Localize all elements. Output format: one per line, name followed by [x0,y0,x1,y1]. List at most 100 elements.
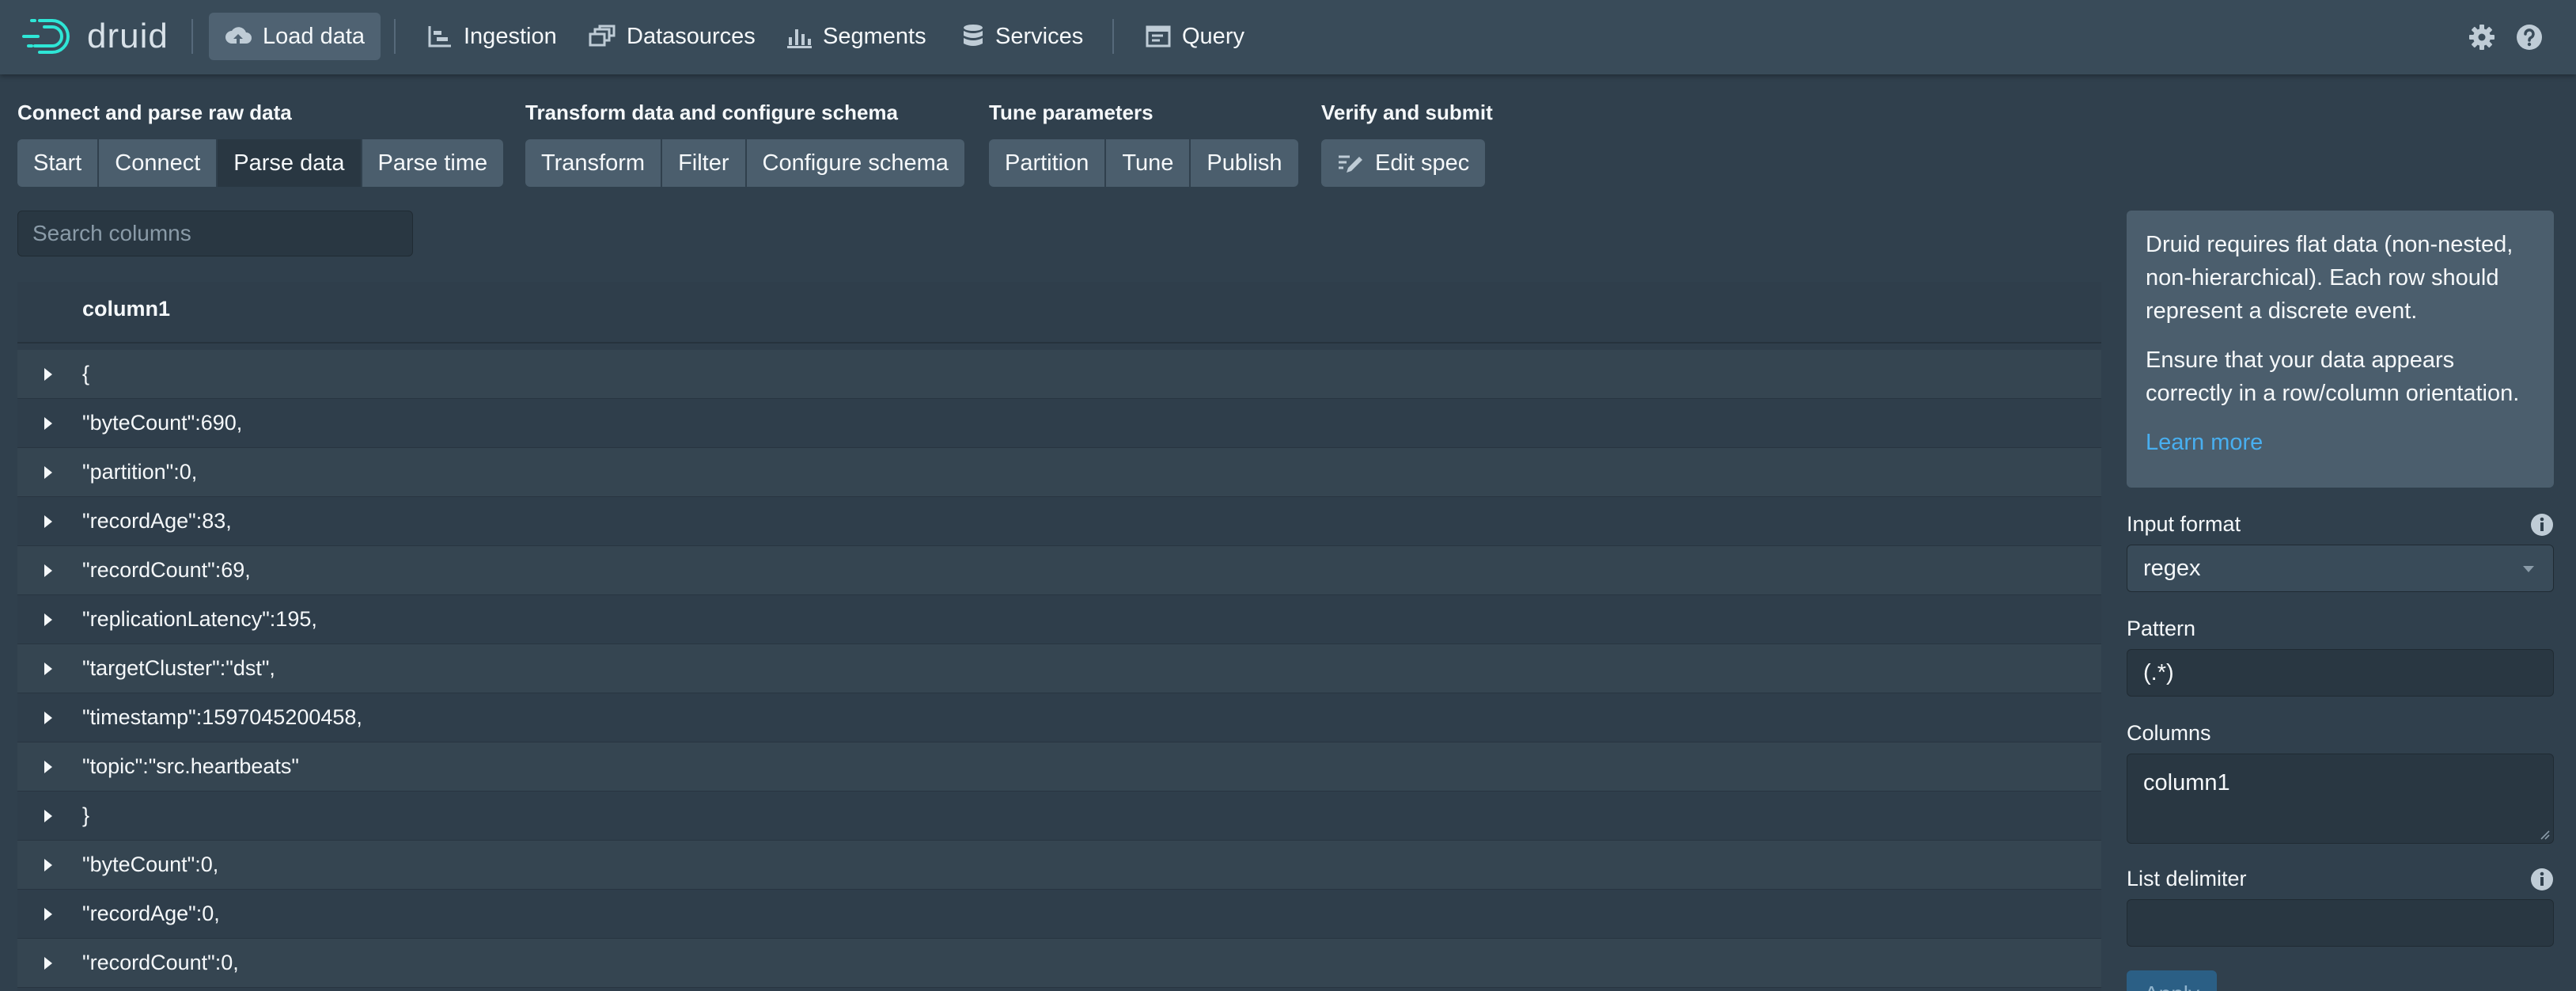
resize-handle-icon[interactable] [2539,829,2550,840]
nav-ingestion[interactable]: Ingestion [411,13,573,60]
list-delimiter-label: List delimiter [2127,867,2247,890]
step-configure-schema[interactable]: Configure schema [746,139,964,187]
expand-row-caret[interactable] [17,661,82,677]
step-start[interactable]: Start [17,139,100,187]
help-button[interactable] [2511,19,2548,55]
list-delimiter-info-button[interactable] [2530,868,2554,891]
caret-right-icon [44,613,52,626]
info-callout: Druid requires flat data (non-nested, no… [2127,211,2554,488]
cloud-upload-icon [225,27,252,45]
caret-right-icon [44,564,52,577]
cell-value: "topic":"src.heartbeats" [82,754,299,778]
caret-right-icon [44,956,52,970]
step-group-tune: Tune parameters Partition Tune Publish [989,98,1298,187]
top-navbar: druid Load data Ingestion Datasources Se… [0,0,2576,74]
expand-row-caret[interactable] [17,759,82,775]
pattern-value: (.*) [2143,659,2174,685]
gear-icon [2469,25,2495,50]
apply-button[interactable]: Apply [2127,970,2217,991]
expand-row-caret[interactable] [17,366,82,382]
expand-row-caret[interactable] [17,857,82,873]
table-row: "recordCount":69, [17,546,2101,595]
step-title-verify: Verify and submit [1321,101,1493,124]
step-title-tune: Tune parameters [989,101,1154,124]
cell-value: "replicationLatency":195, [82,607,317,631]
cell-value: "timestamp":1597045200458, [82,705,362,729]
step-group-transform: Transform data and configure schema Tran… [525,98,964,187]
pattern-input[interactable]: (.*) [2127,649,2554,697]
input-format-info-button[interactable] [2530,513,2554,537]
nav-ingestion-label: Ingestion [464,23,557,49]
expand-row-caret[interactable] [17,906,82,922]
columns-textarea[interactable]: column1 [2127,754,2554,844]
caret-right-icon [44,367,52,381]
step-edit-spec-label: Edit spec [1375,150,1470,176]
table-row: "partition":0, [17,448,2101,497]
list-delimiter-input[interactable] [2127,899,2554,947]
column-header-column1[interactable]: column1 [17,282,2101,344]
nav-segments-label: Segments [823,23,926,49]
nav-divider [394,19,396,54]
table-row: "recordCount":0, [17,939,2101,988]
step-parse-data[interactable]: Parse data [218,139,362,187]
nav-segments[interactable]: Segments [771,13,942,60]
cell-value: "recordAge":0, [82,902,220,925]
caret-right-icon [44,907,52,921]
cell-value: "byteCount":690, [82,411,243,435]
query-console-icon [1146,25,1171,47]
nav-load-data-label: Load data [263,23,366,49]
caret-right-icon [44,760,52,773]
cell-value: "recordCount":69, [82,558,251,582]
pattern-label: Pattern [2127,617,2196,640]
help-icon [2517,25,2542,50]
info-icon [2531,868,2553,890]
input-format-value: regex [2143,555,2201,581]
columns-value: column1 [2143,770,2230,795]
expand-row-caret[interactable] [17,955,82,971]
expand-row-caret[interactable] [17,563,82,579]
nav-load-data[interactable]: Load data [209,13,381,60]
step-group-connect: Connect and parse raw data Start Connect… [17,98,504,187]
druid-logo[interactable]: druid [21,16,169,57]
input-format-select[interactable]: regex [2127,545,2554,592]
expand-row-caret[interactable] [17,710,82,726]
step-filter[interactable]: Filter [662,139,747,187]
nav-services-label: Services [995,23,1084,49]
cell-value: "byteCount":0, [82,852,219,876]
caret-right-icon [44,858,52,871]
expand-row-caret[interactable] [17,514,82,530]
expand-row-caret[interactable] [17,808,82,824]
caret-right-icon [44,416,52,430]
preview-table: column1 { "byteCount":690, "partition":0… [17,282,2101,991]
settings-button[interactable] [2464,19,2500,55]
step-partition[interactable]: Partition [989,139,1107,187]
step-connect[interactable]: Connect [99,139,218,187]
table-row: "byteCount":690, [17,399,2101,448]
step-tune[interactable]: Tune [1106,139,1191,187]
app-name: druid [87,17,169,55]
ingestion-icon [428,26,451,47]
edit-spec-icon [1339,155,1362,173]
step-parse-time[interactable]: Parse time [362,139,504,187]
expand-row-caret[interactable] [17,465,82,480]
caret-right-icon [44,809,52,822]
table-rows: { "byteCount":690, "partition":0, "recor… [17,350,2101,988]
info-text-flat-data: Druid requires flat data (non-nested, no… [2146,232,2513,324]
cell-value: "recordAge":83, [82,509,232,533]
learn-more-link[interactable]: Learn more [2146,426,2535,459]
step-edit-spec[interactable]: Edit spec [1321,139,1486,187]
nav-datasources-label: Datasources [627,23,756,49]
nav-query[interactable]: Query [1130,13,1260,60]
nav-services[interactable]: Services [946,13,1099,60]
step-publish[interactable]: Publish [1191,139,1298,187]
table-row: "byteCount":0, [17,841,2101,890]
nav-datasources[interactable]: Datasources [573,13,771,60]
step-transform[interactable]: Transform [525,139,663,187]
step-title-transform: Transform data and configure schema [525,101,899,124]
expand-row-caret[interactable] [17,612,82,628]
search-columns-input[interactable] [17,211,413,256]
info-icon [2531,514,2553,536]
expand-row-caret[interactable] [17,416,82,431]
table-row: } [17,792,2101,841]
datasources-icon [589,25,616,47]
